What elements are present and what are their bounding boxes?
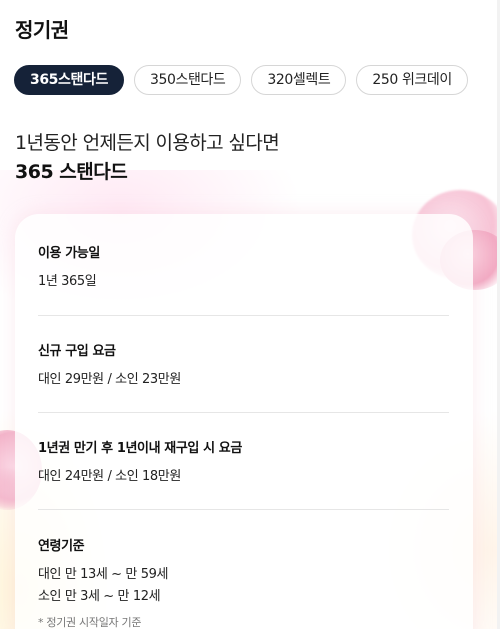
repurchase-section: 1년권 만기 후 1년이내 재구입 시 요금 대인 24만원 / 소인 18만원 (38, 437, 449, 486)
divider (38, 315, 449, 316)
divider (38, 509, 449, 510)
page-title: 정기권 (15, 18, 69, 42)
age-criteria-label: 연령기준 (38, 539, 85, 554)
new-purchase-section: 신규 구입 요금 대인 29만원 / 소인 23만원 (38, 340, 449, 389)
tab-365-standard[interactable]: 365스탠다드 (14, 65, 124, 95)
repurchase-value: 대인 24만원 / 소인 18만원 (38, 469, 181, 484)
tab-320-select[interactable]: 320셀렉트 (251, 65, 347, 95)
age-criteria-note: * 정기권 시작일자 기준 (38, 616, 142, 629)
usable-days-label: 이용 가능일 (38, 246, 100, 261)
age-adult-range: 대인 만 13세 ~ 만 59세 (38, 567, 168, 582)
age-criteria-section: 연령기준 대인 만 13세 ~ 만 59세 소인 만 3세 ~ 만 12세 * … (38, 535, 449, 629)
pass-type-tabs: 365스탠다드 350스탠다드 320셀렉트 250 위크데이 (14, 65, 500, 97)
headline-pass-name: 365 스탠다드 (15, 161, 128, 183)
new-purchase-label: 신규 구입 요금 (38, 344, 116, 359)
tab-350-standard[interactable]: 350스탠다드 (133, 65, 242, 95)
pass-details-card: 이용 가능일 1년 365일 신규 구입 요금 대인 29만원 / 소인 23만… (15, 214, 473, 629)
headline-subtitle: 1년동안 언제든지 이용하고 싶다면 (15, 132, 280, 154)
repurchase-label: 1년권 만기 후 1년이내 재구입 시 요금 (38, 441, 242, 456)
usable-days-value: 1년 365일 (38, 274, 97, 289)
age-child-range: 소인 만 3세 ~ 만 12세 (38, 589, 161, 604)
tab-250-weekday[interactable]: 250 위크데이 (356, 65, 468, 95)
pass-headline: 1년동안 언제든지 이용하고 싶다면 365 스탠다드 (15, 130, 485, 186)
divider (38, 412, 449, 413)
usable-days-section: 이용 가능일 1년 365일 (38, 242, 449, 291)
pass-page: 정기권 365스탠다드 350스탠다드 320셀렉트 250 위크데이 1년동안… (0, 0, 500, 629)
new-purchase-value: 대인 29만원 / 소인 23만원 (38, 372, 181, 387)
